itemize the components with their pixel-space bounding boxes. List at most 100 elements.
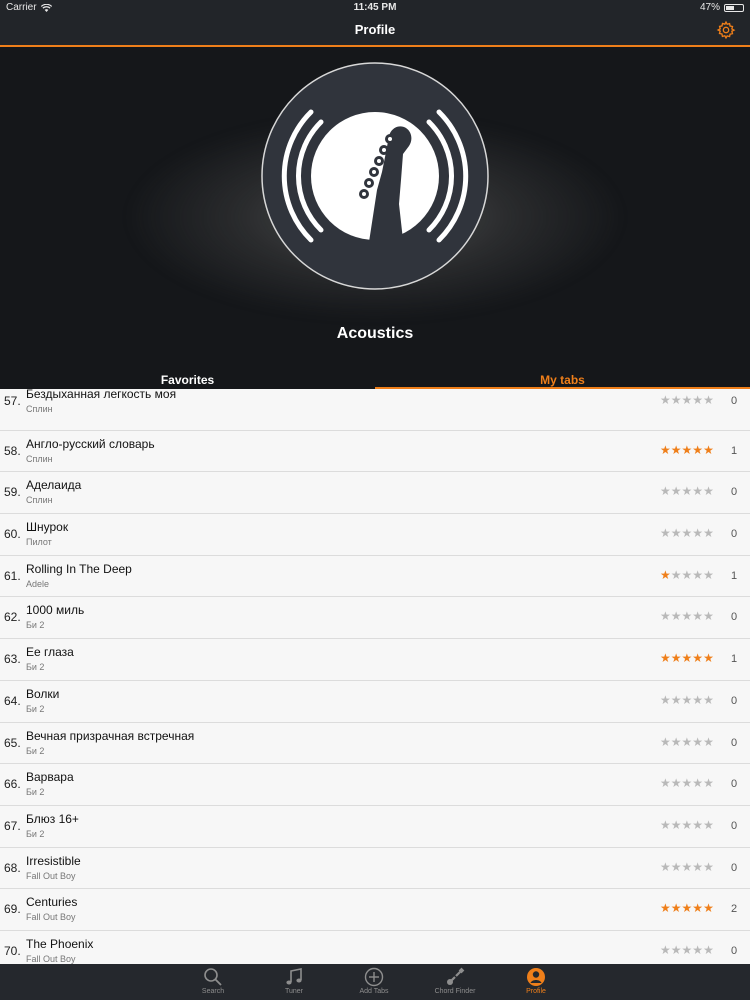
rating-count: 0 [731,395,738,407]
rating-count: 0 [731,486,738,499]
item-title: Блюз 16+ [26,811,79,826]
rating-count: 1 [731,444,738,457]
star-icon: ★ [692,734,704,749]
star-icon: ★ [681,609,693,624]
item-title: Вечная призрачная встречная [26,728,195,743]
battery-percent: 47% [699,2,720,13]
star-icon: ★ [703,942,714,957]
status-right: 47% [700,2,744,13]
star-icon: ★ [692,859,704,874]
star-icon: ★ [703,776,714,791]
star-icon: ★ [681,442,693,457]
item-artist: Сплин [26,495,53,506]
item-artist: Би 2 [26,662,45,673]
item-artist: Би 2 [26,620,45,631]
list-item[interactable]: 64. Волки Би 2 ★★★★★ 0 [0,681,750,723]
rating-stars: ★★★★★ [660,735,714,749]
star-icon: ★ [670,692,682,707]
item-artist: Би 2 [26,745,45,756]
star-icon: ★ [692,526,704,541]
item-title: Бездыханная легкость моя [26,389,177,401]
star-icon: ★ [660,734,671,749]
item-title: Волки [26,686,60,701]
tabbar-label: Search [201,988,225,995]
star-icon: ★ [660,776,671,791]
item-title: Rolling In The Deep [26,561,132,576]
item-artist: Fall Out Boy [26,912,76,923]
star-icon: ★ [670,859,682,874]
list-item[interactable]: 63. Ее глаза Би 2 ★★★★★ 1 [0,639,750,681]
star-icon: ★ [703,484,714,499]
tabbar-item-chord-finder[interactable]: Chord Finder [415,964,495,1000]
rating-stars: ★★★★★ [660,609,714,623]
item-number: 64. [4,693,21,708]
tabbar-item-profile[interactable]: Profile [496,964,576,1000]
item-artist: Пилот [26,537,52,548]
item-artist: Adele [26,578,50,589]
profile-icon [527,968,545,986]
guitar-icon [447,967,465,985]
star-icon: ★ [681,776,693,791]
star-icon: ★ [681,651,693,666]
tabbar-item-add-tabs[interactable]: Add Tabs [334,964,414,1000]
star-icon: ★ [660,692,671,707]
tabs-list[interactable]: 57. Бездыханная легкость моя Сплин ★★★★★… [0,389,750,964]
star-icon: ★ [670,526,682,541]
item-number: 70. [4,943,21,958]
guitar-avatar-icon[interactable] [261,62,489,290]
item-title: Аделаида [26,478,82,493]
star-icon: ★ [692,484,704,499]
rating-stars: ★★★★★ [660,943,714,957]
tab-favorites[interactable]: Favorites [0,368,375,389]
star-icon: ★ [660,526,671,541]
item-number: 68. [4,860,21,875]
star-icon: ★ [670,901,682,916]
list-item[interactable]: 67. Блюз 16+ Би 2 ★★★★★ 0 [0,806,750,848]
list-item[interactable]: 59. Аделаида Сплин ★★★★★ 0 [0,472,750,515]
list-item[interactable]: 70. The Phoenix Fall Out Boy ★★★★★ 0 [0,931,750,964]
rating-count: 0 [731,736,738,749]
star-icon: ★ [692,692,704,707]
item-number: 60. [4,527,21,542]
tabbar-item-tuner[interactable]: Tuner [254,964,334,1000]
list-item[interactable]: 58. Англо-русский словарь Сплин ★★★★★ 1 [0,431,750,473]
star-icon: ★ [681,734,693,749]
item-number: 62. [4,610,21,625]
star-icon: ★ [703,567,714,582]
star-icon: ★ [703,609,714,624]
rating-stars: ★★★★★ [660,651,714,665]
star-icon: ★ [692,776,704,791]
tabbar-label: Chord Finder [434,988,476,995]
rating-stars: ★★★★★ [660,776,714,790]
list-item[interactable]: 61. Rolling In The Deep Adele ★★★★★ 1 [0,556,750,598]
list-item[interactable]: 57. Бездыханная легкость моя Сплин ★★★★★… [0,389,750,431]
tabbar-item-search[interactable]: Search [173,964,253,1000]
list-item[interactable]: 66. Варвара Би 2 ★★★★★ 0 [0,764,750,806]
star-icon: ★ [681,692,693,707]
star-icon: ★ [660,901,671,916]
star-icon: ★ [681,942,693,957]
item-artist: Сплин [26,453,53,464]
nav-bar: Profile [0,16,750,47]
gear-icon[interactable] [716,20,736,40]
star-icon: ★ [681,526,693,541]
star-icon: ★ [660,442,671,457]
list-item[interactable]: 68. Irresistible Fall Out Boy ★★★★★ 0 [0,848,750,890]
list-item[interactable]: 62. 1000 миль Би 2 ★★★★★ 0 [0,597,750,640]
tab-my-tabs[interactable]: My tabs [375,368,750,389]
star-icon: ★ [703,651,714,666]
rating-stars: ★★★★★ [660,443,714,457]
list-item[interactable]: 60. Шнурок Пилот ★★★★★ 0 [0,514,750,556]
list-item[interactable]: 65. Вечная призрачная встречная Би 2 ★★★… [0,723,750,765]
star-icon: ★ [692,567,704,582]
star-icon: ★ [670,942,682,957]
rating-stars: ★★★★★ [660,484,714,498]
star-icon: ★ [703,817,714,832]
star-icon: ★ [681,817,693,832]
item-title: Centuries [26,895,78,910]
list-item[interactable]: 69. Centuries Fall Out Boy ★★★★★ 2 [0,889,750,931]
star-icon: ★ [670,567,682,582]
rating-stars: ★★★★★ [660,393,714,407]
star-icon: ★ [670,442,682,457]
page-title: Profile [354,22,396,37]
